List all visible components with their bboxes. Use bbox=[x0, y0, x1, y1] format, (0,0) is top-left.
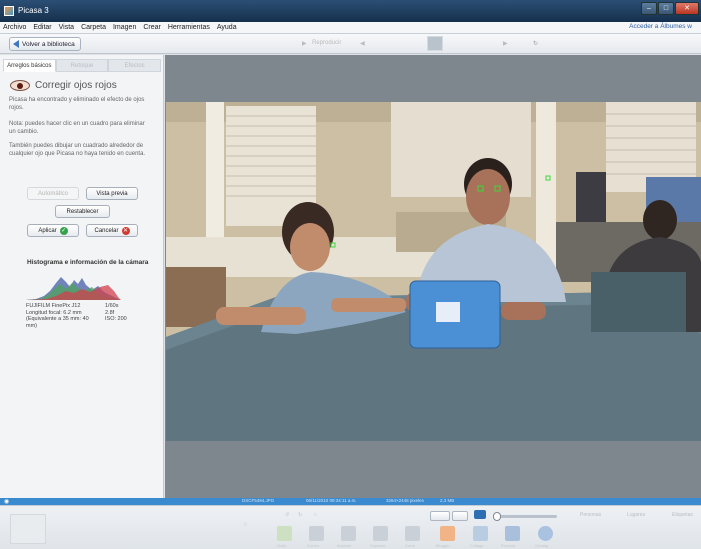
apply-button-label: Aplicar bbox=[38, 227, 57, 234]
status-dimensions: 3264×2448 pixeles bbox=[386, 498, 424, 503]
rotate-left-icon[interactable]: ↺ bbox=[285, 512, 289, 518]
next-arrow-icon[interactable]: ▶ bbox=[503, 40, 508, 47]
rotate-right-icon[interactable]: ↻ bbox=[298, 512, 302, 518]
collage-label: Collage bbox=[470, 543, 484, 548]
cancel-button-label: Cancelar bbox=[94, 227, 119, 234]
geotag-icon[interactable] bbox=[538, 526, 553, 541]
back-to-library-button[interactable]: Volver a biblioteca bbox=[9, 37, 81, 51]
collage-icon[interactable] bbox=[473, 526, 488, 541]
export-icon[interactable] bbox=[373, 526, 388, 541]
current-photo-thumbnail[interactable] bbox=[427, 36, 443, 51]
picasa-logo-icon bbox=[4, 6, 14, 16]
tool-title: Corregir ojos rojos bbox=[35, 80, 117, 91]
play-icon[interactable]: ▶ bbox=[302, 40, 307, 47]
view-compare-button[interactable] bbox=[452, 511, 468, 521]
blogger-label: Blogger bbox=[436, 543, 450, 548]
email-label: Correo bbox=[307, 543, 320, 548]
menu-imagen[interactable]: Imagen bbox=[113, 24, 136, 31]
histogram-chart bbox=[26, 277, 121, 300]
tray-star-icon[interactable]: ☆ bbox=[313, 512, 317, 518]
info-found-text: Picasa ha encontrado y eliminado el efec… bbox=[9, 97, 145, 111]
movie-icon[interactable] bbox=[505, 526, 520, 541]
upload-label: Subir bbox=[277, 543, 287, 548]
slideshow-label[interactable]: Reproducir bbox=[312, 40, 341, 46]
back-to-library-label: Volver a biblioteca bbox=[22, 40, 75, 48]
title-bar: Picasa 3 – □ ✕ bbox=[0, 0, 701, 22]
auto-button[interactable]: Automático bbox=[27, 187, 79, 200]
tab-basic-fixes[interactable]: Arreglos básicos bbox=[3, 59, 56, 72]
info-note-text: Nota: puedes hacer clic en un cuadro par… bbox=[9, 121, 145, 135]
menu-archivo[interactable]: Archivo bbox=[3, 24, 26, 31]
tab-effects[interactable]: Efectos bbox=[108, 59, 162, 72]
close-button[interactable]: ✕ bbox=[675, 2, 699, 15]
bottom-tray: ☆ ↺ ↻ ☆ Personas Lugares Etiquetas Subir… bbox=[0, 505, 701, 549]
status-date: 06/11/2010 09:34:11 a.m. bbox=[306, 498, 357, 503]
menu-carpeta[interactable]: Carpeta bbox=[81, 24, 106, 31]
histogram-title: Histograma e información de la cámara bbox=[27, 259, 149, 266]
window-title: Picasa 3 bbox=[18, 6, 49, 15]
red-eye-icon bbox=[10, 80, 30, 91]
rotate-icon[interactable]: ↻ bbox=[533, 40, 538, 47]
status-filesize: 2,3 MB bbox=[440, 498, 455, 503]
menu-ayuda[interactable]: Ayuda bbox=[217, 24, 237, 31]
apply-button[interactable]: Aplicar ✓ bbox=[27, 224, 79, 237]
auto-button-label: Automático bbox=[37, 190, 68, 197]
tab-tuning[interactable]: Retoque bbox=[55, 59, 109, 72]
create-label: Crear bbox=[405, 543, 416, 548]
window-controls: – □ ✕ bbox=[641, 2, 699, 15]
tool-header: Corregir ojos rojos bbox=[10, 80, 117, 91]
minimize-button[interactable]: – bbox=[641, 2, 657, 15]
reset-button-label: Restablecer bbox=[66, 208, 99, 215]
zoom-slider-knob[interactable] bbox=[493, 512, 501, 521]
toolbar: Volver a biblioteca ▶ Reproducir ◀ ▶ ↻ bbox=[0, 34, 701, 54]
menu-editar[interactable]: Editar bbox=[33, 24, 51, 31]
maximize-button[interactable]: □ bbox=[658, 2, 674, 15]
menu-vista[interactable]: Vista bbox=[59, 24, 74, 31]
upload-icon[interactable] bbox=[277, 526, 292, 541]
cancel-button[interactable]: Cancelar ✕ bbox=[86, 224, 138, 237]
edited-photo[interactable] bbox=[166, 102, 701, 441]
status-bar: ◉ DSCF5494.JPG 06/11/2010 09:34:11 a.m. … bbox=[0, 498, 701, 505]
menu-herramientas[interactable]: Herramientas bbox=[168, 24, 210, 31]
create-icon[interactable] bbox=[405, 526, 420, 541]
back-arrow-icon bbox=[13, 40, 19, 48]
cancel-x-icon: ✕ bbox=[121, 226, 130, 235]
check-icon: ✓ bbox=[59, 226, 68, 235]
menu-crear[interactable]: Crear bbox=[143, 24, 161, 31]
reset-button[interactable]: Restablecer bbox=[55, 205, 110, 218]
photo-tray-thumbnail[interactable] bbox=[10, 514, 46, 544]
focal-equivalent-unit: mm) bbox=[26, 322, 37, 329]
iso: ISO: 200 bbox=[105, 316, 127, 322]
info-draw-text: También puedes dibujar un cuadrado alred… bbox=[9, 143, 146, 157]
edit-panel: Arreglos básicos Retoque Efectos Corregi… bbox=[0, 55, 164, 498]
export-label: Exportar bbox=[370, 543, 386, 548]
status-info-icon: ◉ bbox=[4, 499, 10, 505]
sign-in-albums-link[interactable]: Acceder a Álbumes w bbox=[629, 23, 692, 30]
star-icon[interactable]: ☆ bbox=[243, 522, 247, 528]
people-button[interactable]: Personas bbox=[580, 512, 601, 518]
preview-button-label: Vista previa bbox=[96, 190, 128, 197]
print-icon[interactable] bbox=[341, 526, 356, 541]
photo-scene bbox=[166, 102, 701, 441]
zoom-slider[interactable] bbox=[493, 512, 557, 521]
previous-arrow-icon[interactable]: ◀ bbox=[360, 40, 365, 47]
tags-button[interactable]: Etiquetas bbox=[672, 512, 693, 518]
menu-bar: Archivo Editar Vista Carpeta Imagen Crea… bbox=[0, 22, 701, 34]
view-single-button[interactable] bbox=[430, 511, 450, 521]
places-button[interactable]: Lugares bbox=[627, 512, 645, 518]
blogger-icon[interactable] bbox=[440, 526, 455, 541]
movie-label: Película bbox=[501, 543, 516, 548]
status-filename: DSCF5494.JPG bbox=[242, 498, 275, 503]
email-icon[interactable] bbox=[309, 526, 324, 541]
camera-info: FUJIFILM FinePix J12 1/60s Longitud focal… bbox=[26, 303, 127, 329]
edit-tabs: Arreglos básicos Retoque Efectos bbox=[3, 59, 162, 72]
preview-button[interactable]: Vista previa bbox=[86, 187, 138, 200]
geotag-label: Geotag bbox=[535, 543, 549, 548]
print-label: Imprimir bbox=[337, 543, 352, 548]
zoom-image-icon bbox=[474, 510, 486, 519]
